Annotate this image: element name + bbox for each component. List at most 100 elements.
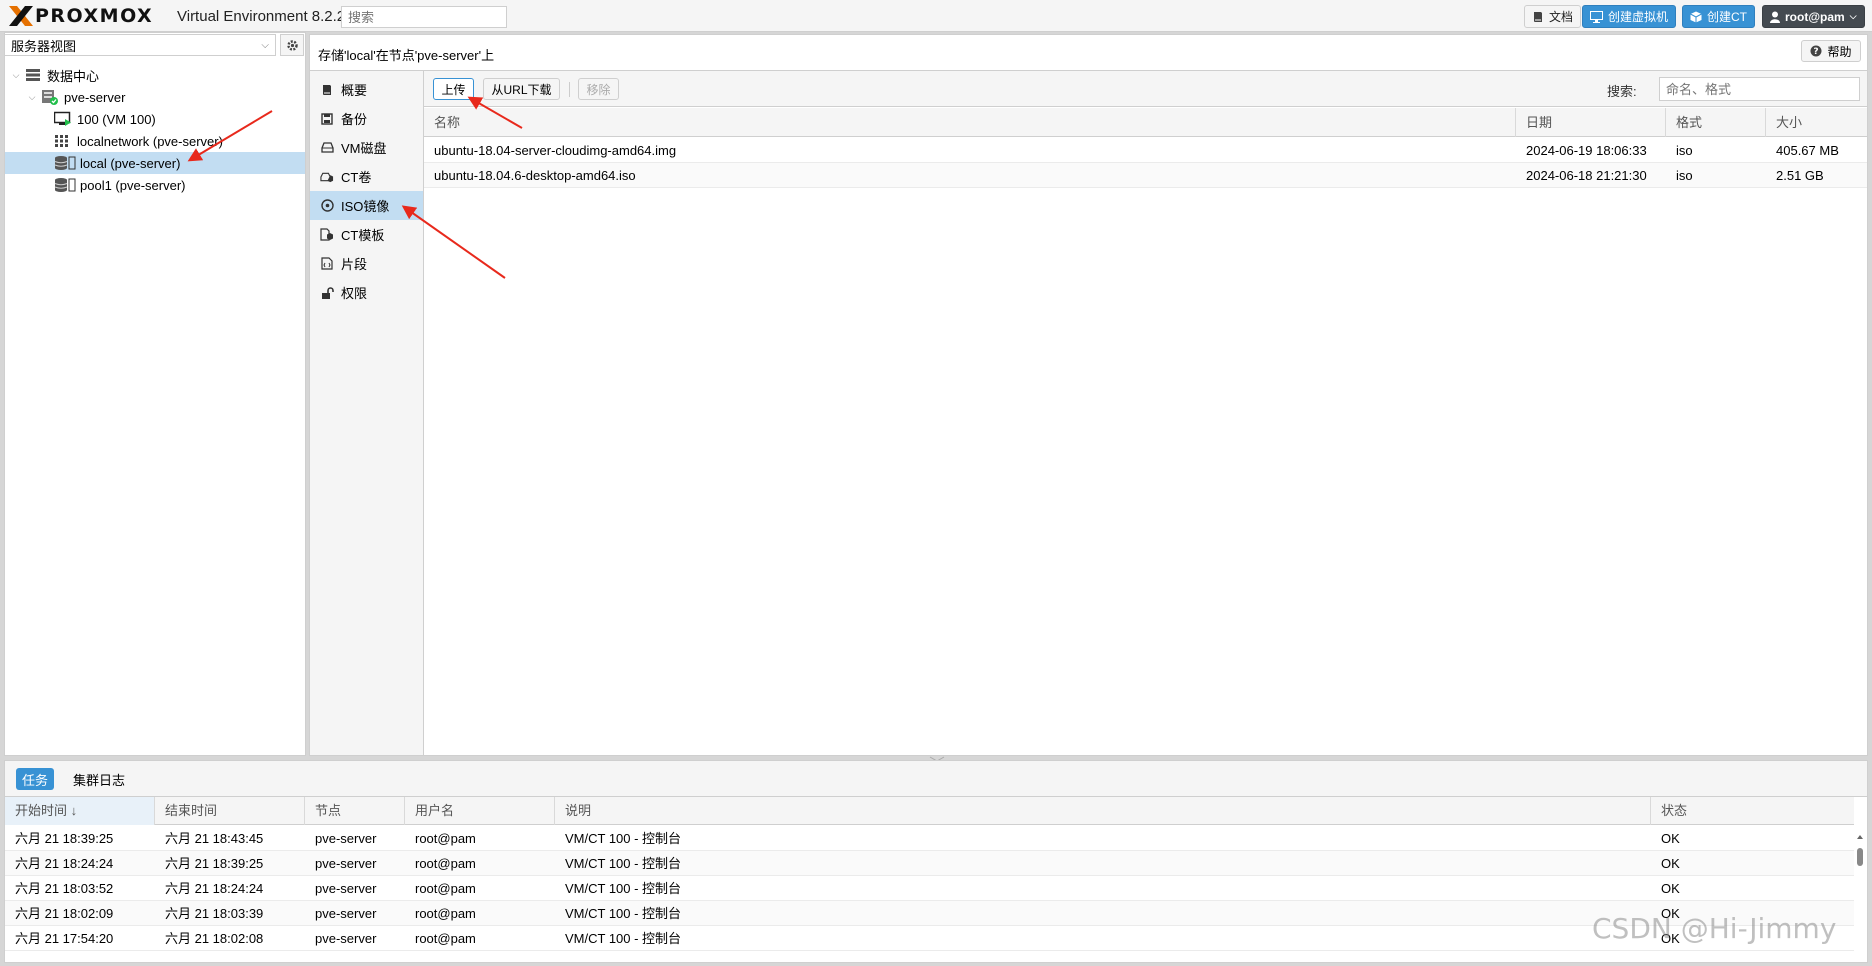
- tab-snippets[interactable]: 片段: [310, 249, 423, 278]
- tree-item-label: 100 (VM 100): [77, 111, 156, 127]
- ct-template-icon: [320, 228, 334, 241]
- cell-node: pve-server: [315, 906, 377, 921]
- cell-status: OK: [1661, 856, 1680, 871]
- proxmox-x-icon: [9, 6, 33, 26]
- ct-volume-icon: [320, 171, 334, 183]
- upload-button[interactable]: 上传: [433, 78, 474, 100]
- user-icon: [1770, 11, 1780, 23]
- nav-label: 备份: [341, 112, 368, 127]
- cell-end: 六月 21 18:03:39: [165, 906, 264, 921]
- tree-node-datacenter[interactable]: ⌵ 数据中心: [5, 64, 305, 86]
- proxmox-logo[interactable]: PROXMOX: [8, 5, 153, 27]
- tab-tasks[interactable]: 任务: [16, 768, 55, 790]
- chevron-down-icon: ⌵: [1849, 11, 1857, 21]
- docs-label: 文档: [1549, 10, 1574, 24]
- tab-summary[interactable]: 概要: [310, 75, 423, 104]
- cell-description: VM/CT 100 - 控制台: [565, 906, 682, 921]
- scroll-up-arrow-icon[interactable]: [1857, 835, 1863, 839]
- column-header-description[interactable]: 说明: [555, 797, 1651, 825]
- tree-item-label: localnetwork (pve-server): [77, 133, 223, 149]
- table-row[interactable]: 六月 21 18:24:24 六月 21 18:39:25 pve-server…: [5, 851, 1854, 876]
- view-selector-value: 服务器视图: [11, 38, 77, 54]
- content-header: [309, 34, 1868, 70]
- tree-item-local-storage[interactable]: local (pve-server): [5, 152, 305, 174]
- tree-item-localnetwork[interactable]: localnetwork (pve-server): [5, 130, 305, 152]
- column-header-status[interactable]: 状态: [1651, 797, 1854, 825]
- docs-button[interactable]: 文档: [1524, 5, 1582, 28]
- cell-end: 六月 21 18:39:25: [165, 856, 264, 871]
- vm-running-icon: [54, 111, 71, 126]
- cell-date: 2024-06-19 18:06:33: [1526, 143, 1647, 158]
- storage-subnav: 概要 备份 VM磁盘 CT卷 ISO镜像 CT模板 片段 权限: [309, 70, 423, 756]
- server-online-icon: [42, 90, 58, 105]
- cube-icon: [1690, 11, 1702, 22]
- column-header-user[interactable]: 用户名: [405, 797, 555, 825]
- tree-item-label: pool1 (pve-server): [80, 177, 186, 193]
- view-settings-button[interactable]: [280, 34, 304, 56]
- tab-ct-templates[interactable]: CT模板: [310, 220, 423, 249]
- scrollbar-thumb[interactable]: [1857, 848, 1863, 866]
- cell-user: root@pam: [415, 831, 476, 846]
- table-row[interactable]: 六月 21 18:39:25 六月 21 18:43:45 pve-server…: [5, 826, 1854, 851]
- user-menu-button[interactable]: root@pam ⌵: [1762, 5, 1865, 28]
- remove-button[interactable]: 移除: [578, 78, 619, 100]
- table-row[interactable]: 六月 21 18:03:52 六月 21 18:24:24 pve-server…: [5, 876, 1854, 901]
- expand-caret-icon[interactable]: ⌵: [27, 92, 37, 103]
- cell-description: VM/CT 100 - 控制台: [565, 931, 682, 946]
- tree-item-pool1-storage[interactable]: pool1 (pve-server): [5, 174, 305, 196]
- table-row[interactable]: ubuntu-18.04.6-desktop-amd64.iso 2024-06…: [424, 163, 1867, 188]
- create-vm-label: 创建虚拟机: [1608, 10, 1669, 24]
- cell-description: VM/CT 100 - 控制台: [565, 881, 682, 896]
- grid-search-input[interactable]: [1659, 77, 1860, 101]
- datacenter-icon: [26, 69, 40, 81]
- tree-node-pve-server[interactable]: ⌵ pve-server: [5, 86, 305, 108]
- svg-text:?: ?: [1814, 47, 1819, 57]
- create-ct-button[interactable]: 创建CT: [1682, 5, 1755, 28]
- file-code-icon: [320, 257, 334, 270]
- cell-node: pve-server: [315, 856, 377, 871]
- table-row[interactable]: 六月 21 18:02:09 六月 21 18:03:39 pve-server…: [5, 901, 1854, 926]
- tab-ct-volumes[interactable]: CT卷: [310, 162, 423, 191]
- tab-cluster-log[interactable]: 集群日志: [67, 768, 131, 790]
- column-header-start-time[interactable]: 开始时间 ↓: [5, 797, 155, 825]
- nav-label: 权限: [341, 286, 368, 301]
- tab-backup[interactable]: 备份: [310, 104, 423, 133]
- book-icon: [320, 84, 334, 96]
- column-header-date[interactable]: 日期: [1516, 108, 1666, 137]
- network-grid-icon: [55, 135, 68, 147]
- log-scrollbar[interactable]: [1854, 832, 1866, 960]
- tab-iso-images[interactable]: ISO镜像: [310, 191, 423, 220]
- nav-label: 概要: [341, 83, 368, 98]
- table-row[interactable]: 六月 21 17:54:20 六月 21 18:02:08 pve-server…: [5, 926, 1854, 951]
- unlock-icon: [320, 286, 334, 299]
- tree-label-datacenter: 数据中心: [47, 68, 100, 84]
- nav-label: VM磁盘: [341, 141, 387, 156]
- view-selector[interactable]: 服务器视图 ⌵: [4, 34, 276, 56]
- question-icon: ?: [1810, 45, 1822, 57]
- log-grid-body: 六月 21 18:39:25 六月 21 18:43:45 pve-server…: [5, 826, 1854, 960]
- gear-icon: [286, 39, 298, 51]
- expand-caret-icon[interactable]: ⌵: [11, 70, 21, 81]
- column-header-node[interactable]: 节点: [305, 797, 405, 825]
- column-header-size[interactable]: 大小: [1766, 108, 1867, 137]
- column-header-end-time[interactable]: 结束时间: [155, 797, 305, 825]
- help-button[interactable]: ? 帮助: [1801, 40, 1861, 62]
- cell-start: 六月 21 18:39:25: [15, 831, 114, 846]
- tab-permissions[interactable]: 权限: [310, 278, 423, 307]
- nav-label: CT模板: [341, 228, 385, 243]
- download-from-url-button[interactable]: 从URL下载: [483, 78, 560, 100]
- global-search-input[interactable]: [341, 6, 507, 28]
- cell-size: 405.67 MB: [1776, 143, 1839, 158]
- tab-vm-disks[interactable]: VM磁盘: [310, 133, 423, 162]
- tree-item-vm-100[interactable]: 100 (VM 100): [5, 108, 305, 130]
- cell-start: 六月 21 18:24:24: [15, 856, 114, 871]
- column-header-format[interactable]: 格式: [1666, 108, 1766, 137]
- storage-icon: [54, 178, 76, 192]
- log-tabbar: [5, 761, 1867, 797]
- disc-icon: [320, 199, 334, 212]
- column-header-name[interactable]: 名称: [424, 108, 1516, 137]
- table-row[interactable]: ubuntu-18.04-server-cloudimg-amd64.img 2…: [424, 138, 1867, 163]
- create-vm-button[interactable]: 创建虚拟机: [1582, 5, 1677, 28]
- floppy-icon: [320, 112, 334, 125]
- nav-label: CT卷: [341, 170, 372, 185]
